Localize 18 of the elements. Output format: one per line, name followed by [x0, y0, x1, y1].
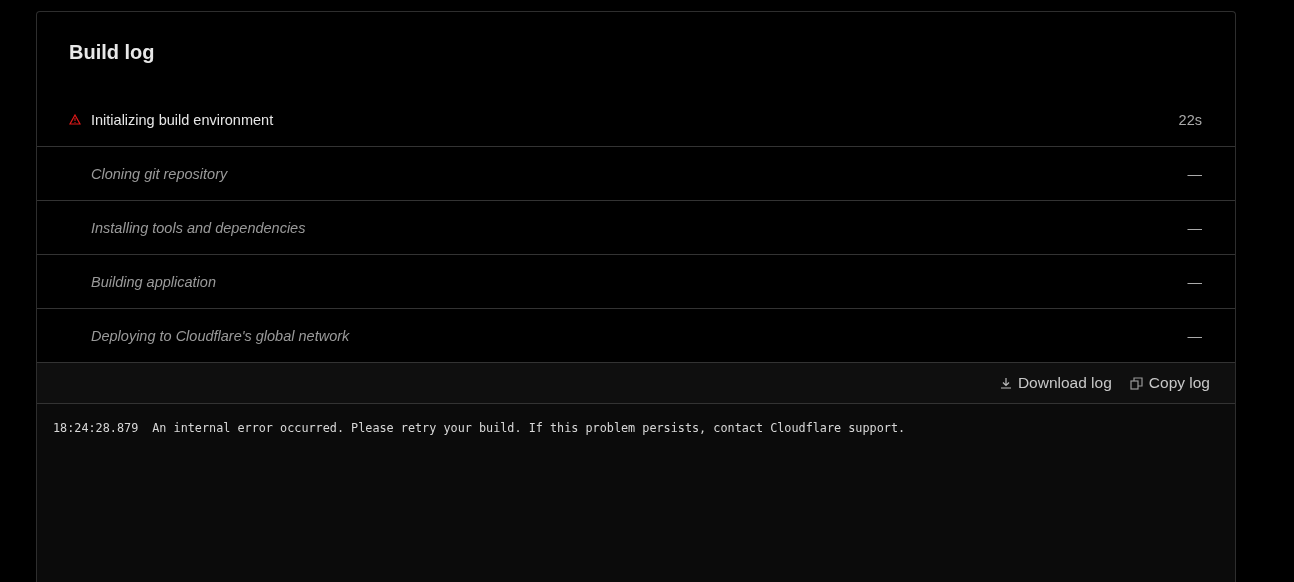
step-duration: —: [1187, 273, 1202, 290]
step-label: Deploying to Cloudflare's global network: [91, 327, 351, 344]
download-log-button[interactable]: Download log: [999, 374, 1112, 392]
download-icon: [999, 377, 1012, 389]
step-duration: —: [1187, 165, 1202, 182]
step-label: Building application: [91, 273, 217, 290]
log-message: An internal error occurred. Please retry your build. If this problem persists, contact Cloudflare support.: [152, 421, 906, 435]
copy-log-button[interactable]: Copy log: [1129, 374, 1210, 392]
log-timestamp: 18:24:28.879: [53, 421, 139, 435]
step-duration: —: [1187, 327, 1202, 344]
step-duration: —: [1187, 219, 1202, 236]
card-title: Build log: [69, 41, 155, 64]
copy-icon: [1129, 376, 1143, 390]
step-label: Initializing build environment: [91, 111, 275, 128]
step-label: Installing tools and dependencies: [91, 219, 307, 236]
step-label: Cloning git repository: [91, 165, 229, 182]
step-duration: 22s: [1178, 111, 1202, 128]
warning-icon: [69, 114, 81, 125]
